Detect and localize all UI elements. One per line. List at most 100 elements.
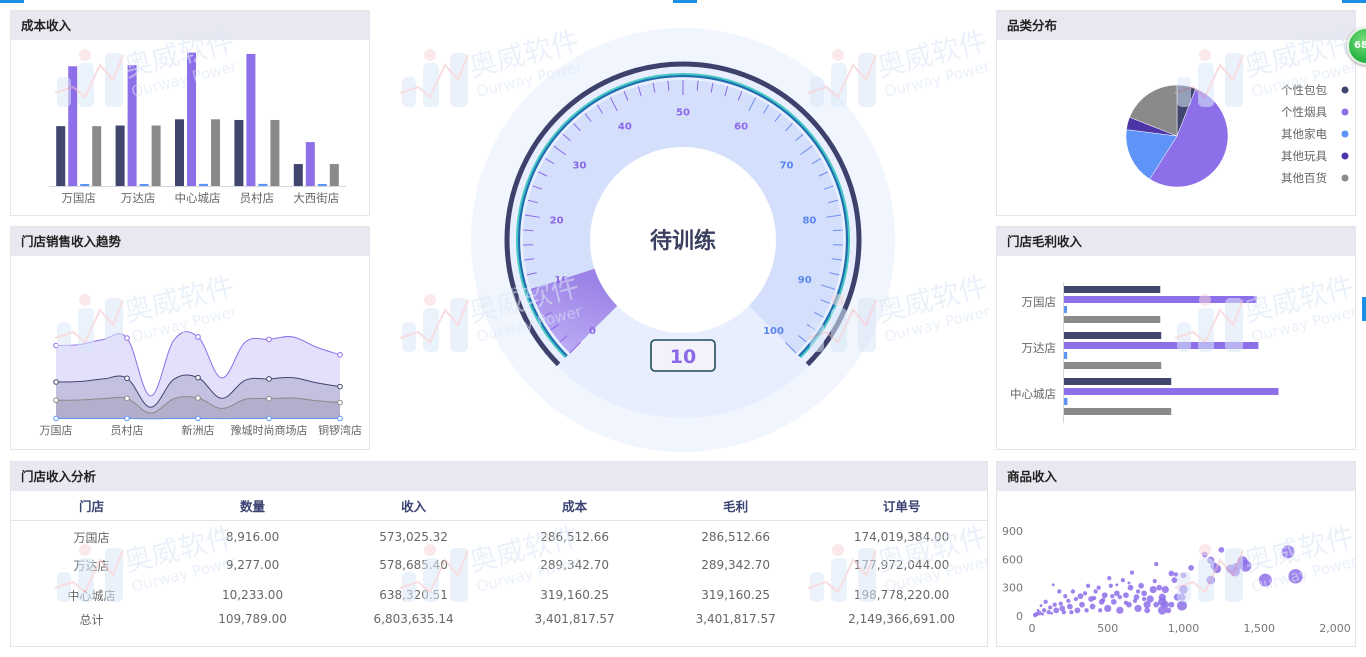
bar-4 bbox=[1064, 316, 1161, 323]
cell-store: 中心城店 bbox=[67, 588, 116, 603]
cell-order: 198,778,220.00 bbox=[853, 588, 950, 602]
gauge-tick bbox=[523, 229, 534, 232]
y-tick-label: 万国店 bbox=[1022, 295, 1057, 309]
gauge-tick-label: 40 bbox=[618, 121, 632, 132]
cell-income: 578,685.40 bbox=[379, 558, 448, 572]
column-header-quantity[interactable]: 数量 bbox=[172, 491, 334, 521]
cell-cost: 286,512.66 bbox=[540, 530, 609, 545]
x-tick-label: 新洲店 bbox=[182, 423, 215, 437]
cell-cost: 289,342.70 bbox=[540, 558, 609, 572]
data-point bbox=[195, 374, 201, 381]
scatter-point bbox=[1127, 581, 1131, 585]
scatter-point bbox=[1180, 572, 1187, 579]
panel-title: 门店收入分析 bbox=[11, 462, 987, 491]
column-header-profit[interactable]: 毛利 bbox=[655, 491, 817, 521]
scatter-point bbox=[1239, 560, 1252, 572]
cell-quantity: 109,789.00 bbox=[218, 612, 287, 626]
bar-1 bbox=[1064, 332, 1162, 339]
scatter-point bbox=[1066, 603, 1073, 610]
scatter-point bbox=[1144, 607, 1151, 614]
bar-2 bbox=[68, 66, 78, 186]
x-tick-label: 1,000 bbox=[1168, 622, 1200, 635]
y-tick-label: 万达店 bbox=[1022, 341, 1057, 355]
cell-quantity: 10,233.00 bbox=[222, 588, 284, 602]
scatter-point bbox=[1132, 598, 1138, 604]
y-tick-label: 300 bbox=[1002, 582, 1023, 595]
bar-2 bbox=[1064, 296, 1257, 303]
column-header-order[interactable]: 订单号 bbox=[816, 491, 987, 521]
cell-store: 总计 bbox=[79, 612, 104, 627]
bar-2 bbox=[127, 65, 137, 186]
watermark-logo-dot bbox=[424, 49, 436, 61]
column-header-income[interactable]: 收入 bbox=[333, 491, 495, 521]
scatter-point bbox=[1061, 610, 1066, 615]
scatter-point bbox=[1115, 583, 1119, 587]
table-total-row[interactable]: 总计 109,789.00 6,803,635.14 3,401,817.57 … bbox=[11, 610, 987, 628]
scatter-point bbox=[1161, 585, 1169, 594]
scatter-point bbox=[1093, 589, 1098, 594]
scatter-point bbox=[1152, 578, 1157, 584]
watermark-logo-bar bbox=[402, 322, 416, 352]
cell-profit: 319,160.25 bbox=[701, 588, 770, 602]
gross-profit-panel: 门店毛利收入 万国店 万达店 中心城店 bbox=[996, 226, 1356, 450]
bar-3 bbox=[1064, 398, 1068, 405]
y-tick-label: 600 bbox=[1002, 553, 1023, 566]
table-row[interactable]: 中心城店 10,233.00 638,320.51 319,160.25 319… bbox=[11, 580, 987, 610]
gauge-tick-label: 30 bbox=[572, 160, 586, 171]
top-right-marker bbox=[1342, 0, 1366, 3]
table-row[interactable]: 万达店 9,277.00 578,685.40 289,342.70 289,3… bbox=[11, 550, 987, 580]
cost-income-chart: 万国店 万达店 中心城店 员村店 大西街店 bbox=[49, 52, 346, 205]
scatter-point bbox=[1077, 593, 1084, 600]
cell-profit: 289,342.70 bbox=[701, 558, 770, 572]
cell-income: 573,025.32 bbox=[379, 530, 448, 545]
data-point bbox=[195, 395, 201, 401]
scatter-point bbox=[1063, 594, 1068, 599]
watermark-logo-dot bbox=[424, 294, 436, 306]
cell-order: 177,972,044.00 bbox=[853, 558, 950, 572]
data-point bbox=[195, 415, 201, 422]
scatter-point bbox=[1074, 607, 1081, 614]
bar-4 bbox=[92, 126, 102, 186]
cost-income-panel: 成本收入 万国店 万达店 中心城店 员村店 大西街店 bbox=[10, 10, 370, 216]
trend-chart: 万国店 员村店 新洲店 豫城时尚商场店 铜锣湾店 bbox=[40, 331, 362, 437]
gauge-value: 10 bbox=[670, 346, 696, 368]
gauge-tick-label: 50 bbox=[676, 108, 690, 119]
scatter-point bbox=[1041, 612, 1045, 616]
x-tick-label: 中心城店 bbox=[175, 191, 221, 205]
bar-1 bbox=[1064, 286, 1161, 293]
scatter-point bbox=[1057, 589, 1062, 594]
cell-cost: 319,160.25 bbox=[540, 588, 609, 602]
data-point bbox=[124, 375, 130, 382]
watermark-logo-bar bbox=[423, 63, 439, 107]
data-point bbox=[53, 415, 59, 422]
panel-title: 成本收入 bbox=[11, 11, 369, 40]
x-tick-label: 1,500 bbox=[1244, 622, 1276, 635]
data-point bbox=[337, 351, 343, 358]
table-panel: 门店收入分析 门店 数量 收入 成本 毛利 订单号 万国店 8,916.00 5… bbox=[10, 461, 988, 647]
bar-4 bbox=[1064, 408, 1172, 415]
cell-income: 638,320.51 bbox=[379, 588, 448, 602]
bar-3 bbox=[258, 183, 268, 186]
column-header-store[interactable]: 门店 bbox=[11, 491, 173, 521]
trend-panel: 门店销售收入趋势 万国店 员村店 新洲店 豫城时尚商场店 铜锣湾店 bbox=[10, 226, 370, 450]
product-income-scatter-chart: 0 300 600 900 0 500 1,000 1,500 2,000 bbox=[1002, 525, 1351, 635]
x-tick-label: 员村店 bbox=[111, 423, 144, 437]
table-row[interactable]: 万国店 8,916.00 573,025.32 286,512.66 286,5… bbox=[11, 520, 987, 550]
cell-profit: 286,512.66 bbox=[701, 530, 770, 545]
bar-3 bbox=[1064, 306, 1067, 313]
x-tick-label: 铜锣湾店 bbox=[318, 423, 362, 437]
scatter-point bbox=[1096, 585, 1101, 590]
panel-title: 商品收入 bbox=[997, 462, 1355, 491]
scatter-point bbox=[1176, 600, 1188, 611]
cell-cost: 3,401,817.57 bbox=[534, 612, 615, 626]
scatter-point bbox=[1154, 561, 1159, 567]
scatter-point bbox=[1073, 596, 1079, 602]
data-point bbox=[337, 399, 343, 406]
gauge-tick-label: 80 bbox=[802, 215, 816, 226]
scatter-point bbox=[1281, 545, 1295, 559]
cell-store: 万国店 bbox=[73, 530, 110, 545]
gauge-status-label: 待训练 bbox=[650, 228, 716, 254]
right-edge-marker bbox=[1362, 297, 1366, 321]
column-header-cost[interactable]: 成本 bbox=[494, 491, 656, 521]
bar-4 bbox=[211, 119, 220, 186]
